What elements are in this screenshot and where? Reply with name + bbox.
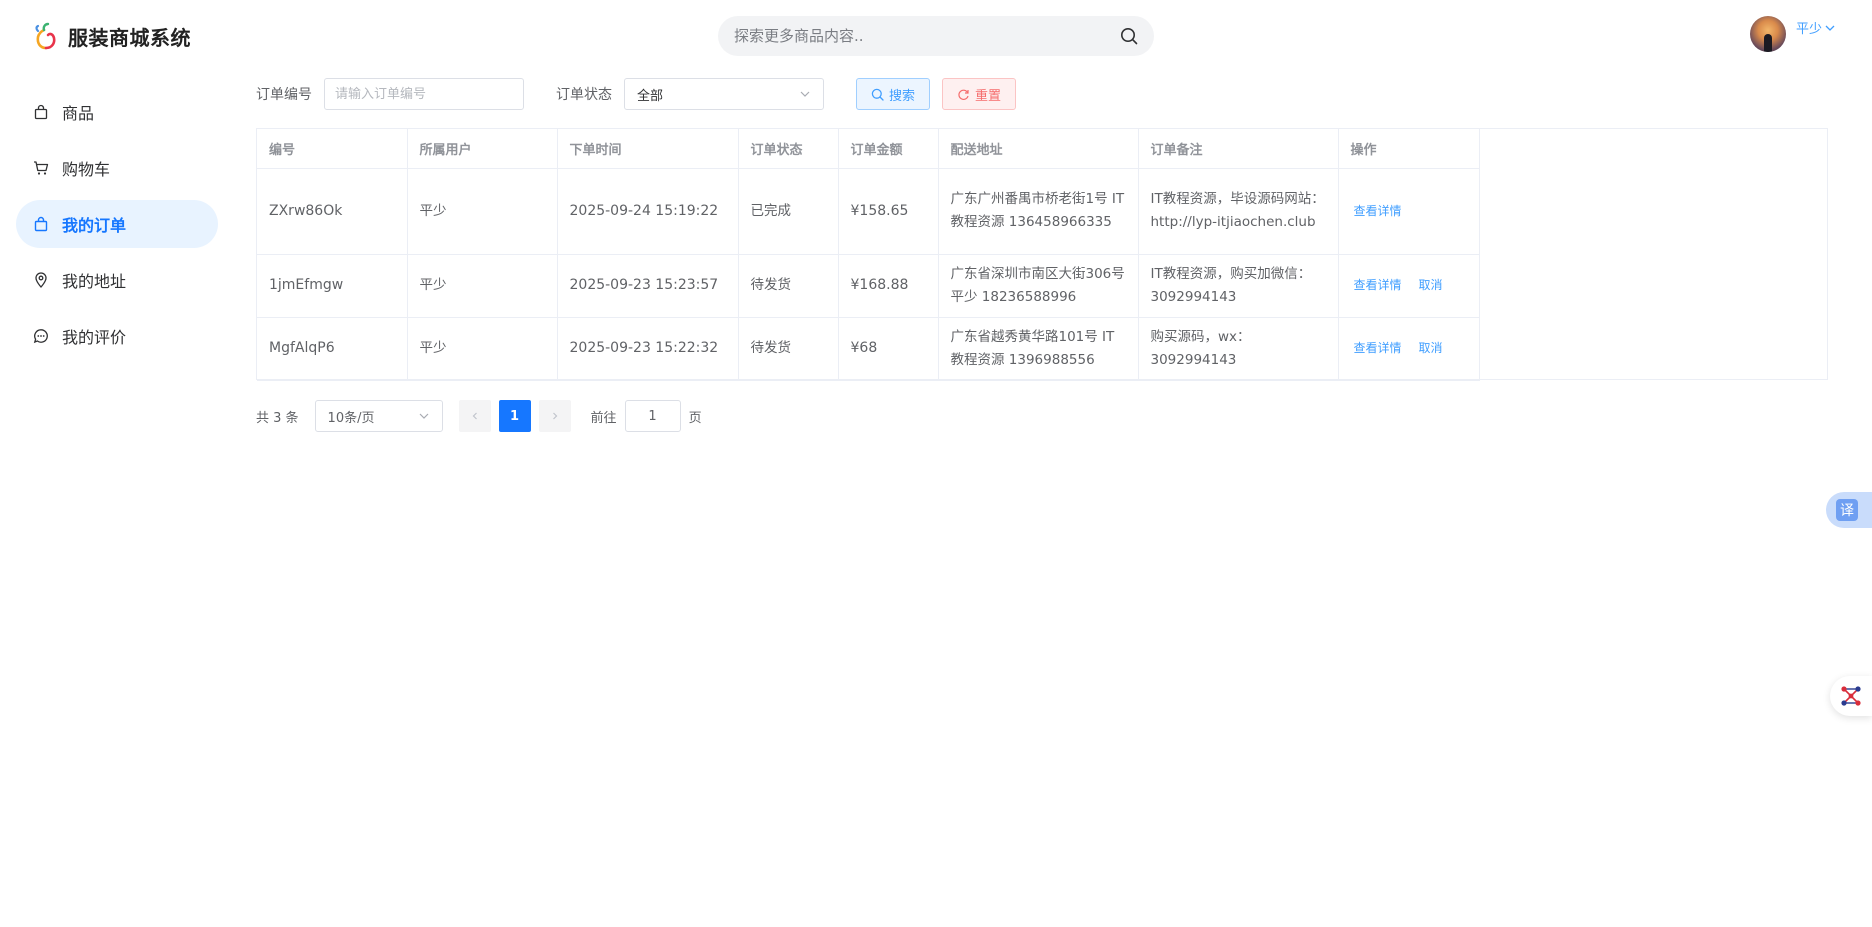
reset-button[interactable]: 重置: [942, 78, 1017, 110]
page-size-select[interactable]: 10条/页: [314, 400, 443, 432]
cell-status: 待发货: [738, 317, 839, 381]
goto-page-input[interactable]: [624, 400, 681, 432]
reset-button-label: 重置: [975, 88, 1002, 104]
cell-address: 广东省深圳市南区大街306号 平少 18236588996: [938, 254, 1139, 318]
cell-actions: 查看详情: [1338, 168, 1480, 255]
cell-user: 平少: [407, 317, 558, 381]
pagination-total: 共 3 条: [256, 410, 299, 426]
chevron-down-icon: [419, 413, 428, 419]
page-number-current[interactable]: 1: [498, 400, 531, 432]
app-logo[interactable]: 服装商城系统: [32, 20, 191, 52]
comment-icon: [32, 327, 50, 345]
cell-user: 平少: [407, 254, 558, 318]
prev-page-button[interactable]: [458, 400, 491, 432]
cell-status: 已完成: [738, 168, 839, 255]
cell-id: MgfAlqP6: [257, 317, 408, 381]
order-bag-icon: [32, 215, 50, 233]
app-title: 服装商城系统: [68, 25, 191, 50]
sidebar-item-label: 购物车: [62, 160, 111, 179]
location-pin-icon: [32, 271, 50, 289]
col-header-user: 所属用户: [407, 129, 558, 169]
table-row: MgfAlqP6 平少 2025-09-23 15:22:32 待发货 ¥68 …: [257, 317, 1480, 381]
col-header-id: 编号: [257, 129, 408, 169]
user-name-dropdown[interactable]: 平少: [1796, 18, 1836, 37]
search-icon: [871, 88, 884, 101]
cell-amount: ¥68: [838, 317, 939, 381]
cell-address: 广东广州番禺市桥老街1号 IT教程资源 136458966335: [938, 168, 1139, 255]
sidebar-item-label: 我的评价: [62, 328, 127, 347]
view-details-link[interactable]: 查看详情: [1354, 341, 1402, 355]
cell-address: 广东省越秀黄华路101号 IT教程资源 1396988556: [938, 317, 1139, 381]
status-select-value: 全部: [637, 88, 664, 104]
status-label: 订单状态: [556, 87, 612, 103]
view-details-link[interactable]: 查看详情: [1354, 278, 1402, 292]
refresh-icon: [957, 88, 970, 101]
col-header-actions: 操作: [1338, 129, 1480, 169]
shopping-bag-icon: [32, 103, 50, 121]
table-header-row: 编号 所属用户 下单时间 订单状态 订单金额 配送地址 订单备注 操作: [257, 129, 1480, 169]
assistant-button[interactable]: [1830, 676, 1872, 716]
cell-note: IT教程资源，购买加微信：3092994143: [1138, 254, 1339, 318]
status-select[interactable]: 全部: [624, 78, 824, 110]
col-header-amount: 订单金额: [838, 129, 939, 169]
cell-note: 购买源码，wx：3092994143: [1138, 317, 1339, 381]
chevron-right-icon: [552, 412, 557, 420]
cell-time: 2025-09-24 15:19:22: [557, 168, 739, 255]
translate-icon: 译: [1836, 499, 1858, 521]
cell-time: 2025-09-23 15:22:32: [557, 317, 739, 381]
chevron-left-icon: [472, 412, 477, 420]
page-size-value: 10条/页: [327, 410, 375, 426]
view-details-link[interactable]: 查看详情: [1354, 204, 1402, 218]
user-menu[interactable]: 平少: [1749, 16, 1836, 52]
pagination: 共 3 条 10条/页 1 前往 页: [256, 400, 702, 432]
search-icon[interactable]: [1118, 25, 1140, 47]
sidebar-item-products[interactable]: 商品: [16, 88, 218, 136]
col-header-status: 订单状态: [738, 129, 839, 169]
col-header-time: 下单时间: [557, 129, 739, 169]
sidebar-item-label: 我的地址: [62, 272, 127, 291]
cell-actions: 查看详情 取消: [1338, 317, 1480, 381]
cancel-order-link[interactable]: 取消: [1419, 341, 1443, 355]
order-no-input[interactable]: [324, 78, 524, 110]
table-row: ZXrw86Ok 平少 2025-09-24 15:19:22 已完成 ¥158…: [257, 168, 1480, 255]
sidebar-item-label: 商品: [62, 104, 95, 123]
cart-icon: [32, 159, 50, 177]
user-name: 平少: [1795, 22, 1822, 37]
cell-id: ZXrw86Ok: [257, 168, 408, 255]
sidebar-item-label: 我的订单: [62, 216, 127, 235]
col-header-address: 配送地址: [938, 129, 1139, 169]
sidebar-item-reviews[interactable]: 我的评价: [16, 312, 218, 360]
page-unit-label: 页: [688, 410, 702, 426]
cell-note: IT教程资源，毕设源码网站：http://lyp-itjiaochen.club: [1138, 168, 1339, 255]
sidebar-item-orders[interactable]: 我的订单: [16, 200, 218, 248]
translate-button[interactable]: 译: [1826, 492, 1872, 528]
search-button[interactable]: 搜索: [856, 78, 931, 110]
sidebar-nav: 商品 购物车 我的订单 我的地址 我的评价: [16, 88, 218, 368]
next-page-button[interactable]: [538, 400, 571, 432]
network-nodes-icon: [1841, 686, 1861, 706]
order-filter-bar: 订单编号 订单状态 全部 搜索 重置: [256, 78, 1017, 110]
search-button-label: 搜索: [889, 88, 916, 104]
chevron-down-icon: [1825, 25, 1835, 31]
sidebar-item-cart[interactable]: 购物车: [16, 144, 218, 192]
col-header-note: 订单备注: [1138, 129, 1339, 169]
cell-actions: 查看详情 取消: [1338, 254, 1480, 318]
logo-icon: [35, 22, 56, 50]
global-search: [718, 16, 1154, 56]
cell-amount: ¥158.65: [838, 168, 939, 255]
avatar[interactable]: [1749, 16, 1786, 52]
chevron-down-icon: [800, 91, 810, 97]
cancel-order-link[interactable]: 取消: [1419, 278, 1443, 292]
table-row: 1jmEfmgw 平少 2025-09-23 15:23:57 待发货 ¥168…: [257, 254, 1480, 318]
cell-user: 平少: [407, 168, 558, 255]
order-table: 编号 所属用户 下单时间 订单状态 订单金额 配送地址 订单备注 操作 ZXrw…: [256, 128, 1828, 381]
sidebar-item-address[interactable]: 我的地址: [16, 256, 218, 304]
cell-id: 1jmEfmgw: [257, 254, 408, 318]
search-input[interactable]: [734, 27, 1118, 45]
cell-amount: ¥168.88: [838, 254, 939, 318]
goto-label: 前往: [590, 410, 617, 426]
cell-status: 待发货: [738, 254, 839, 318]
cell-time: 2025-09-23 15:23:57: [557, 254, 739, 318]
order-no-label: 订单编号: [256, 87, 312, 103]
